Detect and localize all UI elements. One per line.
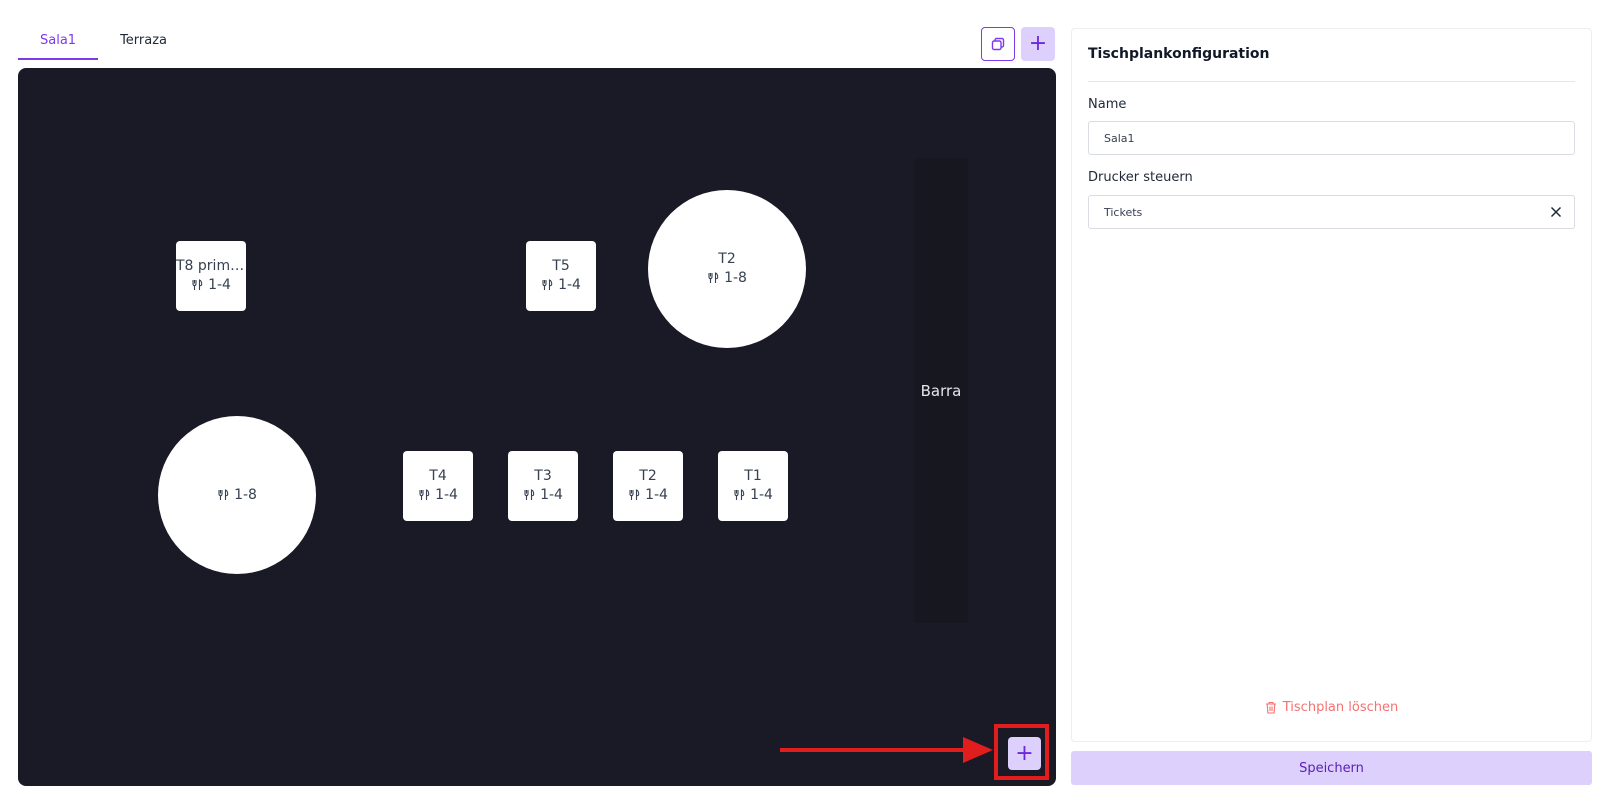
table-name: T2 [639, 468, 657, 484]
cutlery-icon [419, 489, 430, 500]
cutlery-icon [218, 489, 229, 500]
table-seat-range: 1-4 [750, 487, 773, 503]
delete-plan-link[interactable]: Tischplan löschen [1072, 700, 1591, 715]
panel-divider [1088, 81, 1575, 82]
table-name: T3 [534, 468, 552, 484]
cutlery-icon [524, 489, 535, 500]
add-plan-button[interactable]: + [1021, 27, 1055, 61]
trash-icon [1265, 701, 1276, 714]
cutlery-icon [192, 279, 203, 290]
name-field[interactable] [1088, 121, 1575, 155]
cutlery-icon [708, 272, 719, 283]
table-seat-range: 1-8 [724, 270, 747, 286]
save-label: Speichern [1299, 760, 1364, 776]
plus-icon: + [1015, 741, 1034, 766]
table-seat-range: 1-4 [208, 277, 231, 293]
printer-value: Tickets [1104, 205, 1143, 219]
name-label: Name [1088, 97, 1127, 112]
config-panel: Tischplankonfiguration Name Drucker steu… [1071, 28, 1592, 742]
tab-sala1[interactable]: Sala1 [18, 26, 99, 60]
tab-terraza[interactable]: Terraza [98, 26, 189, 60]
table-t2-square[interactable]: T2 1-4 [613, 451, 683, 521]
table-seats: 1-4 [418, 485, 458, 505]
table-t3[interactable]: T3 1-4 [508, 451, 578, 521]
annotation-arrow-head [963, 737, 993, 763]
table-seat-range: 1-4 [645, 487, 668, 503]
table-seats: 1-8 [217, 485, 257, 505]
table-name: T5 [552, 258, 570, 274]
table-seats: 1-4 [628, 485, 668, 505]
table-t5[interactable]: T5 1-4 [526, 241, 596, 311]
table-name: T4 [429, 468, 447, 484]
table-seats: 1-8 [707, 268, 747, 288]
copy-icon [991, 37, 1005, 51]
table-t1[interactable]: T1 1-4 [718, 451, 788, 521]
table-seats: 1-4 [541, 275, 581, 295]
table-seat-range: 1-4 [435, 487, 458, 503]
table-seat-range: 1-4 [540, 487, 563, 503]
save-button[interactable]: Speichern [1071, 751, 1592, 785]
printer-label: Drucker steuern [1088, 170, 1193, 185]
table-seats: 1-4 [733, 485, 773, 505]
floor-plan-tabs: Sala1 Terraza [18, 26, 189, 60]
table-t4[interactable]: T4 1-4 [403, 451, 473, 521]
floor-plan-canvas[interactable]: T8 prime... 1-4 T5 1-4 T2 1-8 1-8 T4 1-4 [18, 68, 1056, 786]
cutlery-icon [734, 489, 745, 500]
cutlery-icon [629, 489, 640, 500]
bar-label: Barra [920, 381, 962, 400]
annotation-arrow-line [780, 748, 965, 752]
table-t8[interactable]: T8 prime... 1-4 [176, 241, 246, 311]
table-seats: 1-4 [523, 485, 563, 505]
add-table-button[interactable]: + [1008, 737, 1041, 770]
table-unnamed-round[interactable]: 1-8 [158, 416, 316, 574]
duplicate-plan-button[interactable] [981, 27, 1015, 61]
plus-icon: + [1028, 31, 1048, 56]
table-name: T8 prime... [176, 258, 246, 274]
table-name: T2 [718, 251, 736, 267]
table-name: T1 [744, 468, 762, 484]
close-icon[interactable] [1548, 204, 1564, 220]
bar-counter[interactable]: Barra [914, 158, 968, 623]
delete-plan-label: Tischplan löschen [1282, 700, 1399, 715]
name-input[interactable] [1104, 131, 1559, 145]
panel-title: Tischplankonfiguration [1088, 46, 1270, 62]
printer-select[interactable]: Tickets [1088, 195, 1575, 229]
table-seats: 1-4 [191, 275, 231, 295]
table-seat-range: 1-4 [558, 277, 581, 293]
cutlery-icon [542, 279, 553, 290]
table-t2-round[interactable]: T2 1-8 [648, 190, 806, 348]
table-seat-range: 1-8 [234, 487, 257, 503]
